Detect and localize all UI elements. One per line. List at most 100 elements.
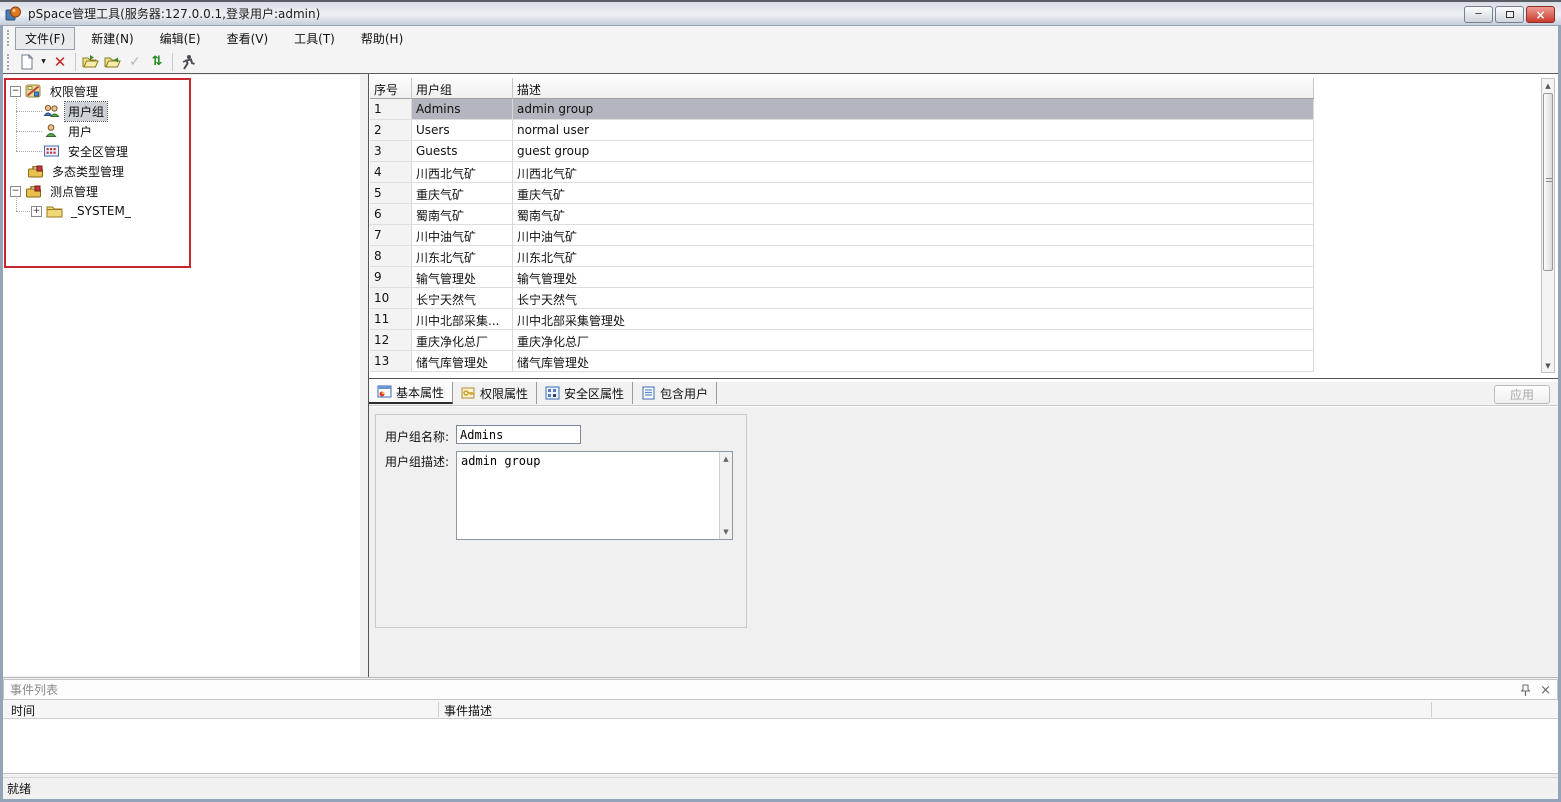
status-bar: 就绪 — [3, 777, 1558, 799]
event-column-desc[interactable]: 事件描述 — [444, 702, 492, 719]
event-list-body[interactable] — [3, 719, 1558, 774]
apply-label: 应用 — [1510, 386, 1534, 403]
scroll-up-arrow[interactable]: ▲ — [720, 453, 732, 465]
cell-group: 长宁天然气 — [412, 288, 513, 309]
pin-icon[interactable] — [1521, 684, 1530, 697]
close-button[interactable]: × — [1526, 6, 1555, 23]
tree-item-label[interactable]: 用户 — [65, 122, 95, 141]
tree-item-system-folder[interactable]: + _SYSTEM_ — [31, 201, 134, 221]
plus-glyph: + — [33, 207, 41, 216]
column-header-group[interactable]: 用户组 — [412, 78, 513, 99]
table-row[interactable]: 2 Users normal user — [370, 120, 1316, 141]
cell-group: Users — [412, 120, 513, 141]
window-border-left — [0, 26, 3, 802]
table-row[interactable]: 12 重庆净化总厂 重庆净化总厂 — [370, 330, 1316, 351]
scrollbar-thumb[interactable] — [1543, 93, 1553, 271]
tree-connector — [16, 131, 42, 132]
refresh-button[interactable]: ⇅ — [146, 51, 168, 73]
tab-basic-properties[interactable]: 基本属性 — [369, 382, 453, 404]
cell-desc: 重庆净化总厂 — [513, 330, 1314, 351]
cell-group: Guests — [412, 141, 513, 162]
new-item-dropdown[interactable]: ▼ — [37, 51, 49, 73]
menu-view[interactable]: 查看(V) — [217, 27, 279, 50]
tree-item-permission-management[interactable]: − 权限管理 — [10, 81, 101, 101]
table-row[interactable]: 10 长宁天然气 长宁天然气 — [370, 288, 1316, 309]
table-row[interactable]: 4 川西北气矿 川西北气矿 — [370, 162, 1316, 183]
column-separator[interactable] — [1431, 702, 1432, 717]
apply-changes-button[interactable]: ✓ — [124, 51, 146, 73]
menu-edit[interactable]: 编辑(E) — [150, 27, 211, 50]
scroll-down-arrow[interactable]: ▼ — [720, 526, 732, 538]
import-config-button[interactable] — [80, 51, 102, 73]
column-header-no[interactable]: 序号 — [370, 78, 412, 99]
collapse-icon[interactable]: − — [10, 86, 21, 97]
cell-group: 川中北部采集... — [412, 309, 513, 330]
cell-group: 输气管理处 — [412, 267, 513, 288]
cell-group: 重庆净化总厂 — [412, 330, 513, 351]
cell-group: 储气库管理处 — [412, 351, 513, 372]
tab-permission-properties[interactable]: 权限属性 — [453, 382, 537, 404]
table-row[interactable]: 8 川东北气矿 川东北气矿 — [370, 246, 1316, 267]
new-item-button[interactable] — [15, 51, 37, 73]
scroll-down-arrow[interactable]: ▼ — [1542, 359, 1554, 372]
expand-icon[interactable]: + — [31, 206, 42, 217]
apply-button[interactable]: 应用 — [1494, 385, 1550, 404]
minus-glyph: − — [12, 187, 20, 196]
tab-security-zone-properties[interactable]: 安全区属性 — [537, 382, 633, 404]
column-separator[interactable] — [438, 702, 439, 717]
tree-item-label[interactable]: 安全区管理 — [65, 142, 131, 161]
tab-included-users[interactable]: 包含用户 — [633, 382, 717, 404]
table-row[interactable]: 5 重庆气矿 重庆气矿 — [370, 183, 1316, 204]
restore-button[interactable] — [1495, 6, 1524, 23]
tree-item-users[interactable]: 用户 — [43, 121, 95, 141]
close-panel-icon[interactable]: × — [1540, 683, 1551, 698]
tree-item-label[interactable]: 测点管理 — [47, 182, 101, 201]
tree-item-label-selected[interactable]: 用户组 — [65, 102, 107, 121]
main-area: − 权限管理 用户组 — [3, 74, 1558, 677]
menu-new[interactable]: 新建(N) — [81, 27, 143, 50]
table-row[interactable]: 9 输气管理处 输气管理处 — [370, 267, 1316, 288]
toolbar-separator — [75, 53, 76, 71]
table-row[interactable]: 13 储气库管理处 储气库管理处 — [370, 351, 1316, 372]
column-header-desc[interactable]: 描述 — [513, 78, 1314, 99]
tab-label: 安全区属性 — [564, 385, 624, 402]
cell-desc: 重庆气矿 — [513, 183, 1314, 204]
down-arrow-icon: ▼ — [1545, 362, 1550, 370]
tree-item-label[interactable]: _SYSTEM_ — [68, 203, 134, 219]
menu-tools[interactable]: 工具(T) — [284, 27, 345, 50]
group-name-input[interactable] — [456, 425, 581, 444]
event-column-time[interactable]: 时间 — [11, 702, 35, 719]
collapse-icon[interactable]: − — [10, 186, 21, 197]
toolbox-icon — [25, 183, 42, 199]
table-row[interactable]: 1 Admins admin group — [370, 99, 1316, 120]
tree-item-point-management[interactable]: − 测点管理 — [10, 181, 101, 201]
toolbar: ▼ ✕ ✓ ⇅ — [3, 50, 1558, 74]
table-row[interactable]: 11 川中北部采集... 川中北部采集管理处 — [370, 309, 1316, 330]
tree-item-label[interactable]: 权限管理 — [47, 82, 101, 101]
dropdown-arrow-icon: ▼ — [41, 58, 46, 65]
menu-file[interactable]: 文件(F) — [15, 27, 75, 50]
textarea-scrollbar[interactable]: ▲ ▼ — [719, 452, 732, 539]
navigation-tree-panel: − 权限管理 用户组 — [3, 75, 360, 676]
delete-button[interactable]: ✕ — [49, 51, 71, 73]
table-row[interactable]: 7 川中油气矿 川中油气矿 — [370, 225, 1316, 246]
basic-properties-pane: 用户组名称: 用户组描述: admin group ▲ ▼ — [369, 407, 1558, 677]
menu-help[interactable]: 帮助(H) — [351, 27, 413, 50]
tree-item-security-zone[interactable]: 安全区管理 — [43, 141, 131, 161]
tree-item-label[interactable]: 多态类型管理 — [49, 162, 127, 181]
tree-item-user-groups[interactable]: 用户组 — [43, 101, 107, 121]
scroll-up-arrow[interactable]: ▲ — [1542, 79, 1554, 92]
cell-no: 7 — [370, 225, 412, 246]
cell-no: 4 — [370, 162, 412, 183]
user-tool-button[interactable] — [177, 51, 199, 73]
title-bar[interactable]: pSpace管理工具(服务器:127.0.0.1,登录用户:admin) ─ × — [0, 0, 1561, 26]
cell-no: 3 — [370, 141, 412, 162]
table-row[interactable]: 3 Guests guest group — [370, 141, 1316, 162]
basic-properties-icon — [377, 385, 392, 399]
export-config-button[interactable] — [102, 51, 124, 73]
tree-item-poly-type-management[interactable]: 多态类型管理 — [27, 161, 127, 181]
table-row[interactable]: 6 蜀南气矿 蜀南气矿 — [370, 204, 1316, 225]
minimize-button[interactable]: ─ — [1464, 6, 1493, 23]
table-vertical-scrollbar[interactable]: ▲ ▼ — [1541, 78, 1555, 373]
group-desc-textarea[interactable]: admin group — [457, 452, 719, 539]
